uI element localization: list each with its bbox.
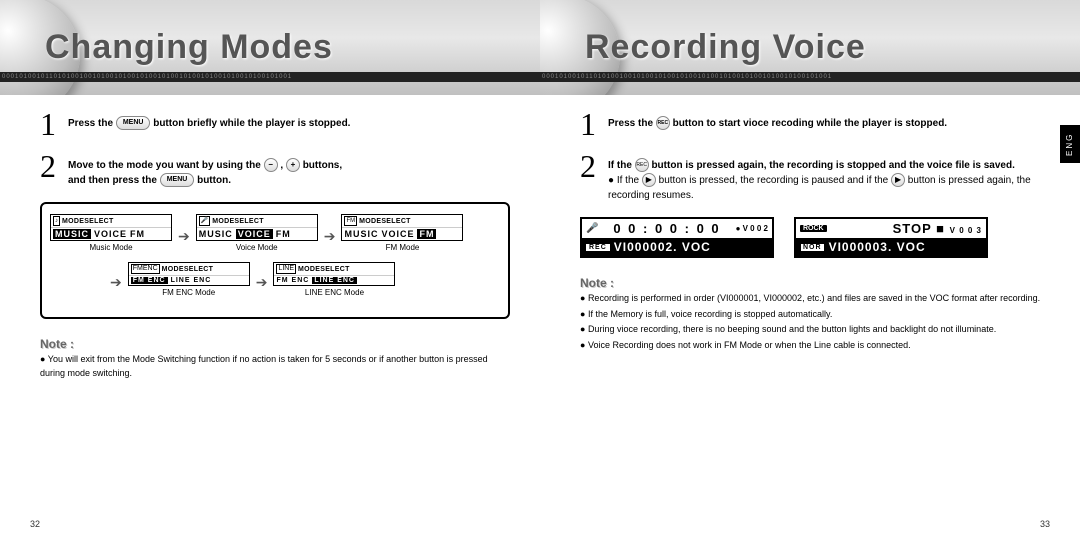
note-icon: ♪ — [53, 216, 60, 226]
mic-icon: 🎤 — [199, 216, 210, 226]
lcd-row: 0 0 : 0 0 : 0 0 ● V 0 0 2 REC VI000002. … — [580, 217, 1050, 258]
note-text: ● If the Memory is full, voice recording… — [580, 308, 1050, 322]
step-2-text: Move to the mode you want by using the −… — [68, 152, 510, 188]
binary-strip: 0001010010110101001001010010100101001010… — [0, 72, 540, 82]
note-text: ● Recording is performed in order (VI000… — [580, 292, 1050, 306]
line-icon: LINE — [276, 264, 296, 274]
note-heading: Note : — [580, 276, 1050, 290]
step-1: 1 Press the MENU button briefly while th… — [40, 110, 510, 138]
step-number: 2 — [40, 152, 68, 180]
play-button-icon: ▶ — [891, 173, 905, 187]
fmenc-mode-lcd: FMENCMODESELECT FM ENCLINE ENC FM ENC Mo… — [128, 262, 250, 303]
step-1-text: Press the MENU button briefly while the … — [68, 110, 510, 131]
header: Recording Voice 000101001011010100100101… — [540, 0, 1080, 95]
content-right: 1 Press the REC button to start vioce re… — [580, 110, 1050, 352]
content-left: 1 Press the MENU button briefly while th… — [40, 110, 510, 380]
page-number: 32 — [30, 519, 40, 529]
fm-icon: FM — [344, 216, 357, 226]
arrow-icon: ➔ — [110, 274, 122, 291]
rec-tag: REC — [586, 244, 610, 251]
mode-diagram-box: ♪MODESELECT MUSICVOICEFM Music Mode ➔ 🎤M… — [40, 202, 510, 319]
step-2: 2 If the REC button is pressed again, th… — [580, 152, 1050, 203]
step-2: 2 Move to the mode you want by using the… — [40, 152, 510, 188]
header: Changing Modes 0001010010110101001001010… — [0, 0, 540, 95]
fm-mode-lcd: FMMODESELECT MUSICVOICEFM FM Mode — [341, 214, 463, 258]
lineenc-mode-lcd: LINEMODESELECT FM ENCLINE ENC LINE ENC M… — [273, 262, 395, 303]
note-text: ● Voice Recording does not work in FM Mo… — [580, 339, 1050, 353]
fmenc-icon: FMENC — [131, 264, 160, 274]
step-number: 2 — [580, 152, 608, 180]
music-mode-lcd: ♪MODESELECT MUSICVOICEFM Music Mode — [50, 214, 172, 258]
stopped-lcd: ROCK STOP ■ V 0 0 3 NOR VI000003. VOC — [794, 217, 988, 258]
arrow-icon: ➔ — [256, 274, 268, 291]
step-2-text: If the REC button is pressed again, the … — [608, 152, 1050, 203]
page-right: Recording Voice 000101001011010100100101… — [540, 0, 1080, 539]
page-title-left: Changing Modes — [45, 28, 333, 67]
step-1: 1 Press the REC button to start vioce re… — [580, 110, 1050, 138]
step-number: 1 — [40, 110, 68, 138]
note-text: ● During vioce recording, there is no be… — [580, 323, 1050, 337]
binary-strip: 0001010010110101001001010010100101001010… — [540, 72, 1080, 82]
minus-icon: − — [264, 158, 278, 172]
step-number: 1 — [580, 110, 608, 138]
rec-button-icon: REC — [635, 158, 649, 172]
step-1-text: Press the REC button to start vioce reco… — [608, 110, 1050, 131]
mic-icon — [586, 223, 598, 234]
play-button-icon: ▶ — [642, 173, 656, 187]
nor-tag: NOR — [800, 243, 825, 252]
page-left: Changing Modes 0001010010110101001001010… — [0, 0, 540, 539]
rock-tag: ROCK — [800, 225, 827, 232]
plus-icon: + — [286, 158, 300, 172]
language-tab: ENG — [1060, 125, 1080, 163]
menu-button-icon: MENU — [116, 116, 151, 130]
recording-lcd: 0 0 : 0 0 : 0 0 ● V 0 0 2 REC VI000002. … — [580, 217, 774, 258]
page-title-right: Recording Voice — [585, 28, 866, 67]
arrow-icon: ➔ — [324, 228, 336, 245]
menu-button-icon: MENU — [160, 173, 195, 187]
arrow-icon: ➔ — [178, 228, 190, 245]
rec-button-icon: REC — [656, 116, 670, 130]
note-text: ● You will exit from the Mode Switching … — [40, 353, 510, 380]
note-heading: Note : — [40, 337, 510, 351]
voice-mode-lcd: 🎤MODESELECT MUSICVOICEFM Voice Mode — [196, 214, 318, 258]
page-number: 33 — [1040, 519, 1050, 529]
